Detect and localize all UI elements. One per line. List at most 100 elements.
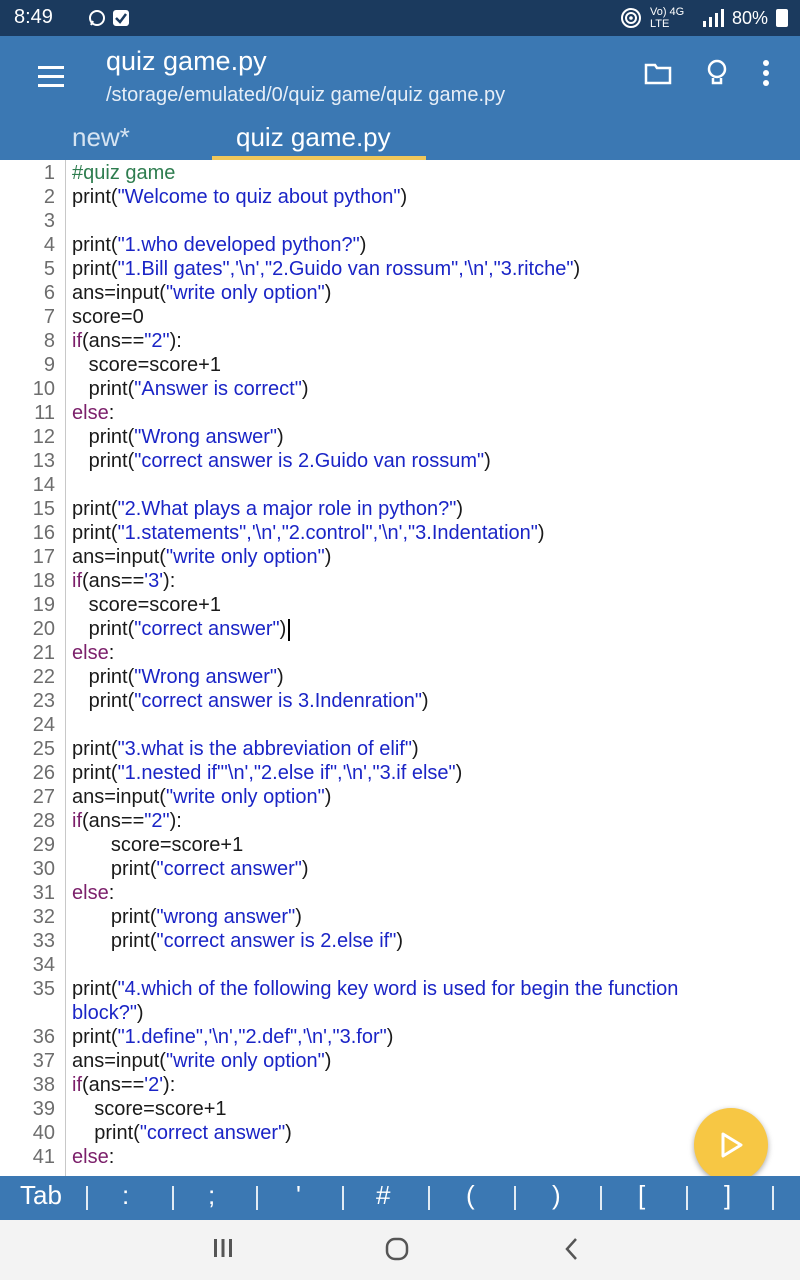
line-number: 14 <box>32 474 55 496</box>
code-line[interactable]: 17 ans=input("write only option") <box>0 545 800 569</box>
code-line[interactable]: 29 score=score+1 <box>0 833 800 857</box>
code-token: ans=input( <box>72 282 166 304</box>
code-line[interactable]: 16 print("1.statements",'\n',"2.control",… <box>0 521 800 545</box>
code-line[interactable]: 34 <box>0 953 800 977</box>
key-close-bracket[interactable]: ] <box>724 1180 731 1211</box>
tab-quiz-game[interactable]: quiz game.py <box>236 122 391 153</box>
code-editor[interactable]: 1 #quiz game 2 print("Welcome to quiz about… <box>0 160 800 1176</box>
code-line[interactable]: 36 print("1.define",'\n',"2.def",'\n',"3.… <box>0 1025 800 1049</box>
code-line[interactable]: 37 ans=input("write only option") <box>0 1049 800 1073</box>
line-number: 29 <box>32 834 55 856</box>
tab-new[interactable]: new* <box>72 122 130 153</box>
code-token: print( <box>88 690 135 712</box>
code-line[interactable]: 6 ans=input("write only option") <box>0 281 800 305</box>
line-number: 35 <box>32 978 55 1000</box>
code-line[interactable]: block?") <box>0 1001 800 1025</box>
key-hash[interactable]: # <box>376 1180 390 1211</box>
line-number: 2 <box>43 186 55 208</box>
code-token: "2" <box>144 330 170 352</box>
key-semicolon[interactable]: ; <box>208 1180 215 1211</box>
code-line[interactable]: 23 print("correct answer is 3.Indenratio… <box>0 689 800 713</box>
key-separator <box>772 1186 774 1210</box>
back-icon[interactable] <box>562 1236 580 1262</box>
code-token: else <box>72 882 109 904</box>
code-line[interactable]: 19 score=score+1 <box>0 593 800 617</box>
lightbulb-icon[interactable] <box>706 58 728 88</box>
code-line[interactable]: 14 <box>0 473 800 497</box>
code-line[interactable]: 12 print("Wrong answer") <box>0 425 800 449</box>
code-line[interactable]: 4 print("1.who developed python?") <box>0 233 800 257</box>
code-line[interactable]: 41 else: <box>0 1145 800 1169</box>
code-token: if <box>72 570 82 592</box>
code-line[interactable]: 1 #quiz game <box>0 161 800 185</box>
home-icon[interactable] <box>384 1236 410 1262</box>
code-line[interactable]: 24 <box>0 713 800 737</box>
code-token: print( <box>72 186 118 208</box>
code-token: ) <box>396 930 403 952</box>
code-token: "correct answer" <box>156 858 302 880</box>
code-line[interactable]: 31 else: <box>0 881 800 905</box>
code-line[interactable]: 39 score=score+1 <box>0 1097 800 1121</box>
code-token: ans=input( <box>72 546 166 568</box>
run-button[interactable] <box>694 1108 768 1182</box>
more-icon[interactable] <box>762 59 770 87</box>
code-line[interactable]: 13 print("correct answer is 2.Guido van … <box>0 449 800 473</box>
menu-icon[interactable] <box>38 66 64 88</box>
code-token: print( <box>72 258 118 280</box>
line-number: 8 <box>43 330 55 352</box>
code-token: ) <box>573 258 581 280</box>
code-line[interactable]: 25 print("3.what is the abbreviation of e… <box>0 737 800 761</box>
code-line[interactable]: 9 score=score+1 <box>0 353 800 377</box>
code-token: if <box>72 1074 82 1096</box>
code-line[interactable]: 32 print("wrong answer") <box>0 905 800 929</box>
code-line[interactable]: 35 print("4.which of the following key wo… <box>0 977 800 1001</box>
code-line[interactable]: 11 else: <box>0 401 800 425</box>
key-close-paren[interactable]: ) <box>552 1180 561 1211</box>
recents-icon[interactable] <box>212 1236 234 1260</box>
code-token: "4.which of the following key word is us… <box>117 978 679 1000</box>
key-tab[interactable]: Tab <box>20 1180 62 1211</box>
text-cursor <box>288 618 291 641</box>
line-number: 18 <box>32 570 55 592</box>
code-token: ) <box>324 786 332 808</box>
code-token: ): <box>169 330 182 352</box>
code-line[interactable]: 5 print("1.Bill gates",'\n',"2.Guido van … <box>0 257 800 281</box>
code-token: "write only option" <box>165 282 325 304</box>
code-text: print("wrong answer") <box>72 905 302 929</box>
code-line[interactable]: 18 if(ans=='3'): <box>0 569 800 593</box>
key-apostrophe[interactable]: ' <box>296 1180 301 1211</box>
code-token: print( <box>110 930 157 952</box>
key-colon[interactable]: : <box>122 1180 129 1211</box>
code-text: score=score+1 <box>72 1097 226 1121</box>
code-token: (ans== <box>82 330 145 352</box>
code-line[interactable]: 2 print("Welcome to quiz about python") <box>0 185 800 209</box>
code-line[interactable]: 40 print("correct answer") <box>0 1121 800 1145</box>
code-line[interactable]: 28 if(ans=="2"): <box>0 809 800 833</box>
key-open-paren[interactable]: ( <box>466 1180 475 1211</box>
code-line[interactable]: 3 <box>0 209 800 233</box>
code-line[interactable]: 27 ans=input("write only option") <box>0 785 800 809</box>
code-token: print( <box>72 498 118 520</box>
code-text: score=score+1 <box>72 833 243 857</box>
code-text: print("1.nested if"'\n',"2.else if",'\n'… <box>72 761 462 785</box>
status-bar: 8:49 Vo) 4G LTE 80% <box>0 0 800 36</box>
code-token: #quiz game <box>72 162 176 184</box>
hotspot-icon <box>620 8 641 28</box>
code-line[interactable]: 15 print("2.What plays a major role in py… <box>0 497 800 521</box>
code-line[interactable]: 33 print("correct answer is 2.else if") <box>0 929 800 953</box>
code-line[interactable]: 26 print("1.nested if"'\n',"2.else if",'\… <box>0 761 800 785</box>
code-line[interactable]: 38 if(ans=='2'): <box>0 1073 800 1097</box>
code-line[interactable]: 21 else: <box>0 641 800 665</box>
folder-icon[interactable] <box>644 61 672 85</box>
code-text: if(ans=="2"): <box>72 329 182 353</box>
line-number: 33 <box>32 930 55 952</box>
code-line[interactable]: 20 print("correct answer") <box>0 617 800 641</box>
code-line[interactable]: 30 print("correct answer") <box>0 857 800 881</box>
code-line[interactable]: 7 score=0 <box>0 305 800 329</box>
code-token: "3.what is the abbreviation of elif" <box>117 738 412 760</box>
symbol-key-bar: Tab : ; ' # ( ) [ ] <box>0 1176 800 1220</box>
code-line[interactable]: 10 print("Answer is correct") <box>0 377 800 401</box>
code-line[interactable]: 22 print("Wrong answer") <box>0 665 800 689</box>
code-line[interactable]: 8 if(ans=="2"): <box>0 329 800 353</box>
key-open-bracket[interactable]: [ <box>638 1180 645 1211</box>
